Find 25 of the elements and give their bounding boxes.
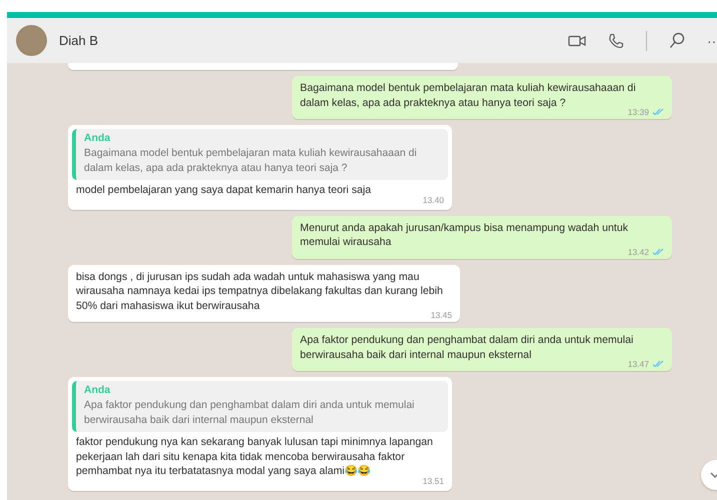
message-time: 13:39 [628, 107, 649, 117]
message-text: faktor pendukung nya kan sekarang banyak lulusan tapi minimnya lapangan pekerjaan lah dari situ kenapa kita tidak mencoba berwirausaha faktor pemhambat nya itu terbatatasnya modal yang saya alami😂😂 [76, 435, 434, 478]
message-time: 13.51 [422, 476, 444, 486]
quoted-message[interactable]: Anda Bagaimana model bentuk pembelajaran mata kuliah kewirausahaaan di dalam kelas, apa ada prakteknya atau hanya teori saja ? [72, 129, 448, 180]
message-time: 13.42 [628, 246, 649, 256]
message-time: 13.45 [430, 310, 452, 320]
quoted-message[interactable]: Anda Apa faktor pendukung dan penghambat dalam diri anda untuk memulai berwirausaha baik dari internal maupun eksternal [72, 381, 448, 432]
chevron-down-icon [710, 472, 717, 478]
message-text: model pembelajaran yang saya dapat kemarin hanya teori saja [76, 183, 372, 198]
phone-icon[interactable] [608, 32, 624, 48]
search-icon[interactable] [669, 32, 685, 49]
message-text: bisa dongs , di jurusan ips sudah ada wadah untuk mahasiswa yang mau wirausaha namnaya kedai ips tempatnya dibelakang fakultas dan kurang lebih 50% dari mahasiswa ikut berwirausaha [76, 270, 444, 312]
contact-name: Diah B [59, 33, 98, 48]
quote-text: Apa faktor pendukung dan penghambat dalam diri anda untuk memulai berwirausaha baik dari internal maupun eksternal [84, 398, 416, 428]
message-text: Apa faktor pendukung dan penghambat dalam diri anda untuk memulai berwirausaha baik dari internal maupun eksternal [300, 333, 634, 361]
quote-author: Anda [84, 131, 112, 146]
quote-text: Bagaimana model bentuk pembelajaran mata kuliah kewirausahaaan di dalam kelas, apa ada prakteknya atau hanya teori saja ? [84, 146, 418, 176]
message-time: 13.47 [628, 359, 649, 369]
message-text: Menurut anda apakah jurusan/kampus bisa menampung wadah untuk memulai wirausaha [300, 220, 630, 249]
contact-avatar[interactable] [16, 25, 47, 56]
more-options-button[interactable]: ··· [707, 32, 717, 48]
message-text: Bagaimana model bentuk pembelajaran mata kuliah kewirausahaaan di dalam kelas, apa ada prakteknya atau hanya teori saja ? [300, 81, 637, 109]
message-time: 13.40 [422, 194, 444, 204]
quote-author: Anda [84, 383, 112, 398]
video-call-icon[interactable] [568, 34, 586, 46]
